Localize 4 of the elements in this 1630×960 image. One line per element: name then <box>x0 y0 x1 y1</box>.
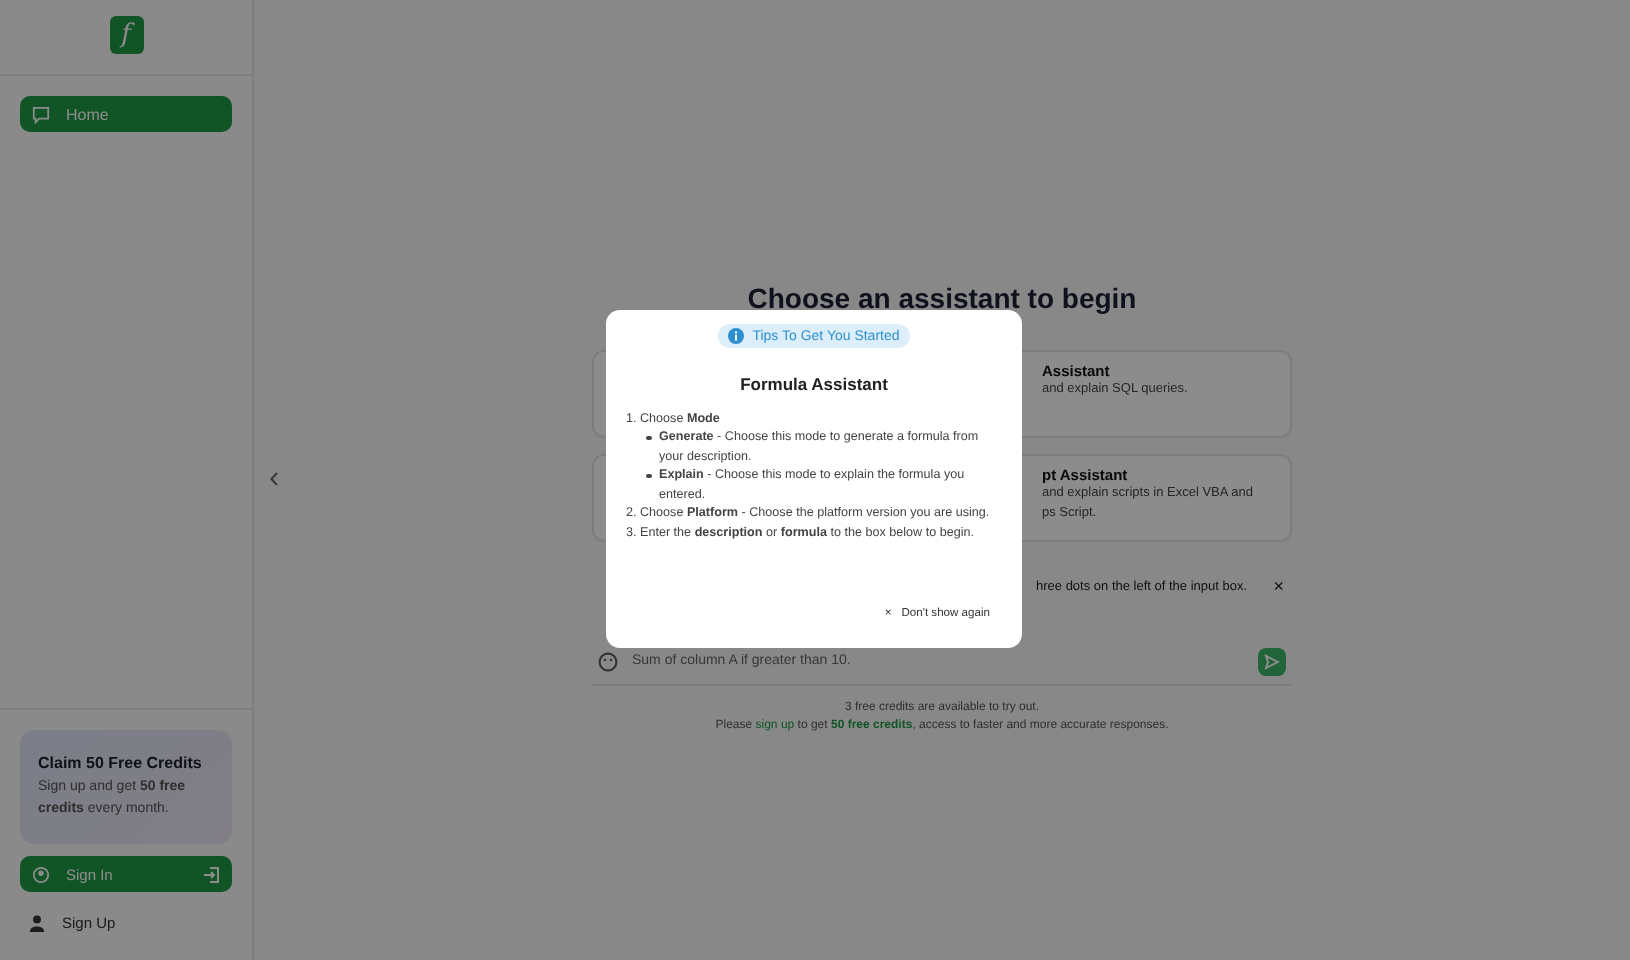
promo-title: Claim 50 Free Credits <box>38 754 204 772</box>
logo: f <box>109 16 143 54</box>
dialog-title: Formula Assistant <box>738 374 890 394</box>
page-title: Choose an assistant to begin <box>747 282 1137 314</box>
